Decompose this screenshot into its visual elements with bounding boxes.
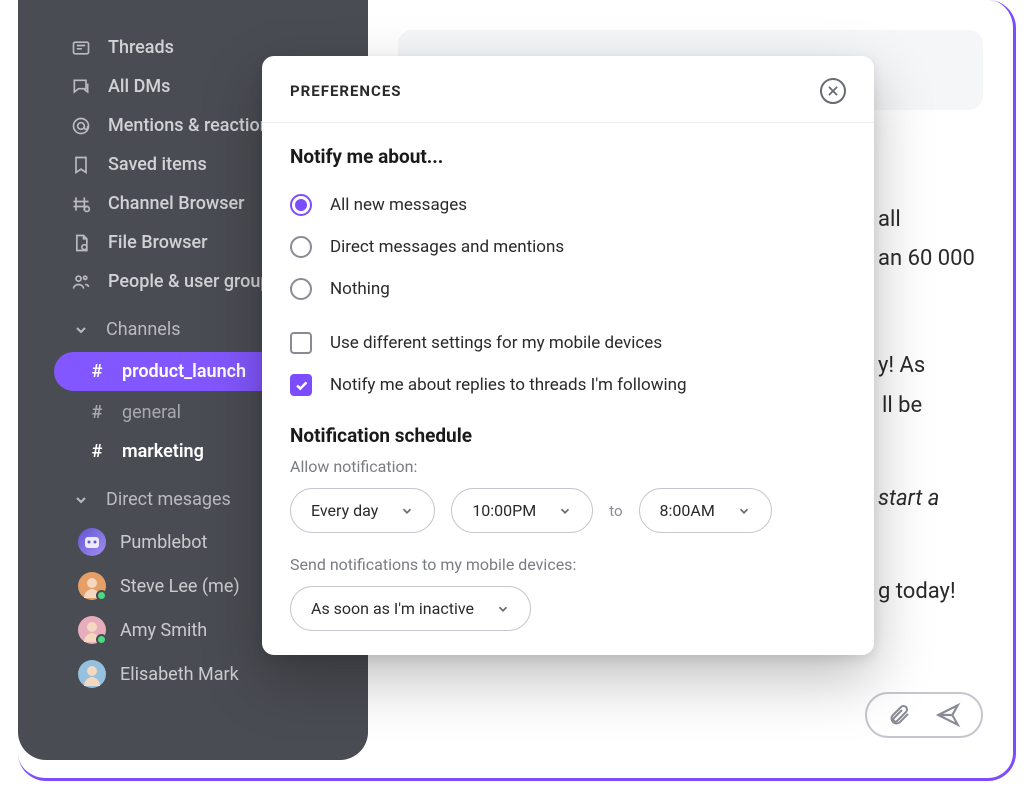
section-label: Direct mesages [106, 489, 231, 510]
radio-label: All new messages [330, 195, 467, 215]
mobile-label: Send notifications to my mobile devices: [290, 555, 846, 574]
chevron-down-icon [496, 602, 510, 616]
radio-nothing[interactable]: Nothing [290, 268, 846, 310]
send-icon[interactable] [935, 702, 961, 728]
alldms-icon [70, 77, 92, 97]
chevron-down-icon [400, 504, 414, 518]
message-fragment: all [878, 202, 983, 237]
dm-label: Pumblebot [120, 532, 207, 553]
sidebar-item-label: People & user groups [108, 271, 280, 292]
check-mobile-settings[interactable]: Use different settings for my mobile dev… [290, 322, 846, 364]
schedule-heading: Notification schedule [290, 424, 846, 447]
time-to-select[interactable]: 8:00AM [639, 488, 772, 533]
bookmark-icon [70, 155, 92, 175]
channel-label: marketing [122, 441, 204, 462]
checkbox-label: Notify me about replies to threads I'm f… [330, 375, 687, 395]
select-value: 10:00PM [472, 501, 536, 520]
chevron-down-icon [737, 504, 751, 518]
allow-label: Allow notification: [290, 457, 846, 476]
message-fragment: an 60 000 [878, 241, 983, 276]
radio-input[interactable] [290, 236, 312, 258]
time-from-select[interactable]: 10:00PM [451, 488, 593, 533]
message-fragment: start a [878, 481, 983, 516]
sidebar-item-label: All DMs [108, 76, 170, 97]
dm-elisabeth[interactable]: Elisabeth Mark [18, 652, 368, 696]
threads-icon [70, 38, 92, 58]
channel-browser-icon [70, 194, 92, 214]
mobile-timing-select[interactable]: As soon as I'm inactive [290, 586, 531, 631]
checkbox-input[interactable] [290, 374, 312, 396]
sidebar-item-label: Saved items [108, 154, 207, 175]
message-fragment: g today! [878, 574, 983, 609]
radio-input[interactable] [290, 194, 312, 216]
attachment-icon[interactable] [887, 703, 911, 727]
radio-label: Nothing [330, 279, 390, 299]
radio-dm-mentions[interactable]: Direct messages and mentions [290, 226, 846, 268]
select-value: 8:00AM [660, 501, 715, 520]
preferences-modal: PREFERENCES Notify me about... All new m… [262, 56, 874, 655]
channel-label: product_launch [122, 361, 246, 382]
section-label: Channels [106, 319, 181, 340]
dm-label: Amy Smith [120, 620, 207, 641]
select-value: As soon as I'm inactive [311, 599, 474, 618]
check-thread-replies[interactable]: Notify me about replies to threads I'm f… [290, 364, 846, 406]
avatar [78, 616, 106, 644]
checkbox-input[interactable] [290, 332, 312, 354]
radio-all-messages[interactable]: All new messages [290, 184, 846, 226]
hash-icon: # [86, 361, 108, 382]
mentions-icon [70, 116, 92, 136]
avatar [78, 572, 106, 600]
people-icon [70, 272, 92, 292]
channel-label: general [122, 402, 181, 423]
chevron-down-icon [70, 492, 92, 508]
sidebar-item-label: Mentions & reactions [108, 115, 279, 136]
day-select[interactable]: Every day [290, 488, 435, 533]
sidebar-item-label: Threads [108, 37, 174, 58]
notify-heading: Notify me about... [290, 145, 846, 168]
modal-title: PREFERENCES [290, 82, 402, 100]
sidebar-item-label: File Browser [108, 232, 208, 253]
sidebar-item-label: Channel Browser [108, 193, 245, 214]
message-fragment: y! As [878, 348, 983, 383]
select-value: Every day [311, 501, 378, 520]
checkbox-label: Use different settings for my mobile dev… [330, 333, 662, 353]
chevron-down-icon [70, 322, 92, 338]
message-fragment: ll be [878, 388, 983, 423]
avatar [78, 528, 106, 556]
avatar [78, 660, 106, 688]
to-label: to [609, 502, 622, 520]
chevron-down-icon [558, 504, 572, 518]
radio-input[interactable] [290, 278, 312, 300]
close-button[interactable] [820, 78, 846, 104]
hash-icon: # [86, 402, 108, 423]
hash-icon: # [86, 441, 108, 462]
dm-label: Elisabeth Mark [120, 664, 239, 685]
dm-label: Steve Lee (me) [120, 576, 240, 597]
file-icon [70, 233, 92, 253]
message-composer [865, 692, 983, 738]
radio-label: Direct messages and mentions [330, 237, 564, 257]
